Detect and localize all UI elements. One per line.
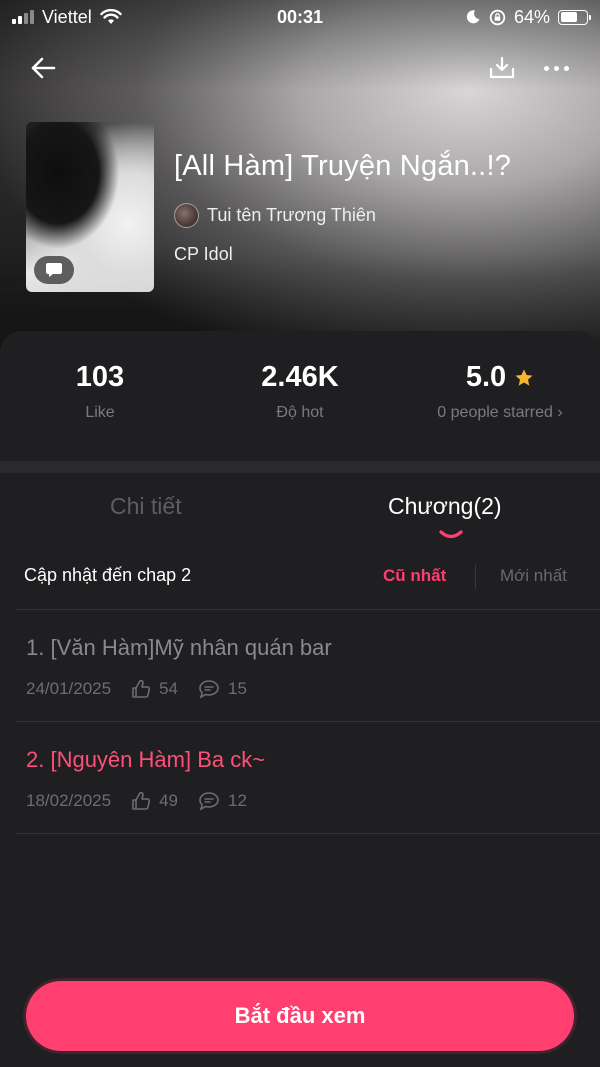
rating-count-link[interactable]: 0 people starred › <box>400 404 600 422</box>
chapter-title: 2. [Nguyên Hàm] Ba ck~ <box>26 747 266 772</box>
comment-icon <box>198 791 220 811</box>
book-cover[interactable] <box>26 122 154 292</box>
tab-detail[interactable]: Chi tiết <box>110 493 182 520</box>
more-options-button[interactable] <box>536 52 576 84</box>
hot-stat: 2.46K Độ hot <box>200 361 400 422</box>
list-item[interactable]: 2. [Nguyên Hàm] Ba ck~ 18/02/2025 49 12 <box>0 721 600 833</box>
dot-icon <box>563 65 569 71</box>
wifi-icon <box>100 9 122 24</box>
rating-value: 5.0 <box>465 361 507 393</box>
tab-chapters[interactable]: Chương(2) <box>388 493 502 520</box>
chapter-comments: 15 <box>228 679 247 698</box>
star-icon <box>515 369 533 386</box>
category-tag[interactable]: CP Idol <box>174 244 233 265</box>
likes-label: Like <box>85 404 115 421</box>
chat-bubble-icon <box>46 263 62 277</box>
dot-icon <box>543 65 549 71</box>
battery-percent: 64% <box>513 6 550 27</box>
author-link[interactable]: Tui tên Trương Thiên <box>174 203 376 228</box>
list-item[interactable]: 1. [Văn Hàm]Mỹ nhân quán bar 24/01/2025 … <box>0 609 600 721</box>
chapter-comments: 12 <box>228 791 247 810</box>
likes-stat: 103 Like <box>0 361 200 422</box>
thumbs-up-icon <box>131 679 151 699</box>
back-button[interactable] <box>26 52 60 84</box>
comment-badge <box>34 256 74 284</box>
sort-divider <box>475 565 476 589</box>
arrow-left-icon <box>31 57 56 79</box>
rotation-lock-icon <box>489 9 506 25</box>
chapter-date: 18/02/2025 <box>26 791 112 810</box>
chapter-date: 24/01/2025 <box>26 679 112 698</box>
carrier-name: Viettel <box>42 6 92 27</box>
divider <box>16 833 600 834</box>
hot-count: 2.46K <box>261 361 339 393</box>
update-status: Cập nhật đến chap 2 <box>24 565 192 585</box>
chapter-title: 1. [Văn Hàm]Mỹ nhân quán bar <box>26 635 332 660</box>
tab-bar: Chi tiết Chương(2) <box>0 493 600 543</box>
avatar <box>174 203 199 228</box>
chapter-likes: 54 <box>159 679 179 698</box>
download-button[interactable] <box>484 52 520 84</box>
content-panel: 103 Like 2.46K Độ hot 5.0 0 people starr… <box>0 331 600 1067</box>
chapter-list-header: Cập nhật đến chap 2 Cũ nhất Mới nhất <box>0 563 600 593</box>
signal-icon <box>12 10 34 24</box>
dot-icon <box>553 65 559 71</box>
active-tab-indicator <box>439 530 463 539</box>
moon-icon <box>466 10 480 24</box>
battery-icon <box>558 9 591 25</box>
top-navigation <box>0 48 600 88</box>
chapter-likes: 49 <box>159 791 179 810</box>
likes-count: 103 <box>75 361 125 393</box>
author-name: Tui tên Trương Thiên <box>207 205 376 225</box>
book-title: [All Hàm] Truyện Ngắn..!? <box>174 150 512 182</box>
sort-oldest-button[interactable]: Cũ nhất <box>383 566 446 586</box>
hot-label: Độ hot <box>276 404 324 421</box>
comment-icon <box>198 679 220 699</box>
section-divider <box>0 461 600 473</box>
sort-newest-button[interactable]: Mới nhất <box>500 566 567 586</box>
stats-row: 103 Like 2.46K Độ hot 5.0 0 people starr… <box>0 331 600 461</box>
rating-stat[interactable]: 5.0 0 people starred › <box>400 361 600 422</box>
start-reading-button[interactable]: Bắt đầu xem <box>26 981 574 1051</box>
thumbs-up-icon <box>131 791 151 811</box>
status-bar: Viettel 00:31 64% <box>0 0 600 34</box>
download-icon <box>489 56 515 79</box>
